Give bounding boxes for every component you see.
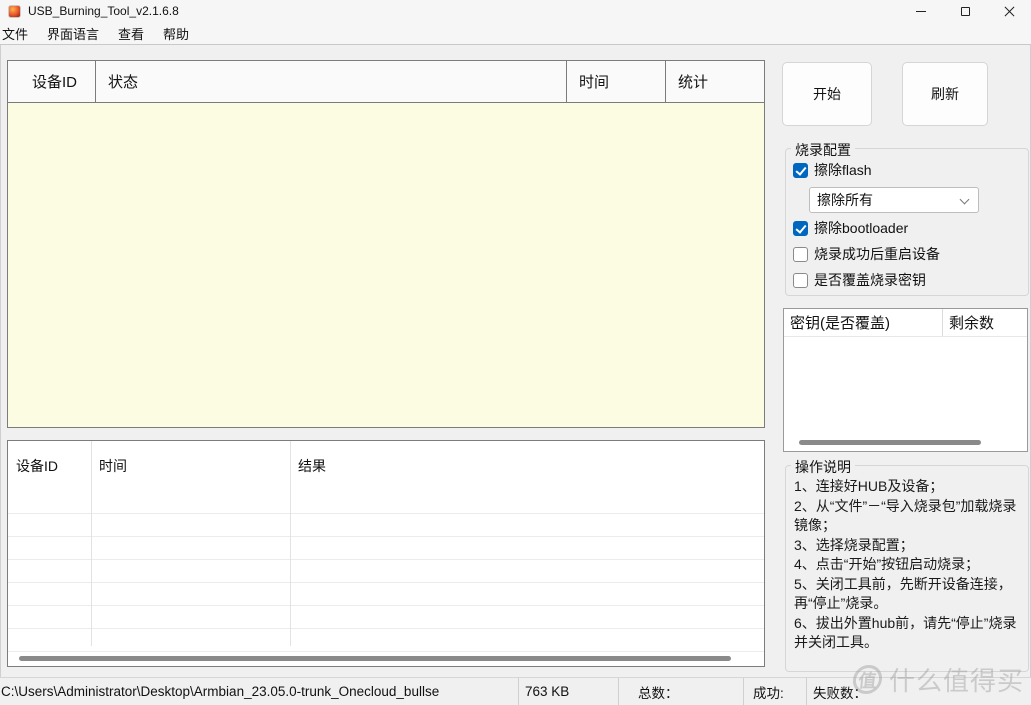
window-title: USB_Burning_Tool_v2.1.6.8 <box>28 4 179 18</box>
erase-bootloader-option[interactable]: 擦除bootloader <box>793 220 908 236</box>
result-table-divider <box>290 441 291 646</box>
erase-mode-value: 擦除所有 <box>817 192 873 208</box>
erase-bootloader-label: 擦除bootloader <box>814 220 909 236</box>
burn-config-group: 烧录配置 擦除flash 擦除所有 擦除bootloader 烧录成功后重启设备… <box>785 140 1029 296</box>
result-table-row <box>8 514 764 537</box>
menu-file[interactable]: 文件 <box>0 22 35 45</box>
close-icon <box>1004 6 1015 17</box>
menu-help[interactable]: 帮助 <box>156 22 196 45</box>
erase-flash-checkbox[interactable] <box>793 162 808 178</box>
key-table: 密钥(是否覆盖) 剩余数 <box>783 308 1028 452</box>
menu-language[interactable]: 界面语言 <box>40 22 106 45</box>
key-table-col-key[interactable]: 密钥(是否覆盖) <box>784 309 943 336</box>
erase-flash-option[interactable]: 擦除flash <box>793 162 872 178</box>
instruction-line: 4、点击“开始”按钮启动烧录； <box>794 556 980 572</box>
window-controls <box>899 0 1031 22</box>
result-table-col-device-id[interactable]: 设备ID <box>8 441 91 491</box>
close-button[interactable] <box>987 0 1031 22</box>
device-table-col-stats[interactable]: 统计 <box>666 61 764 102</box>
result-table: 设备ID 时间 结果 <box>7 440 765 667</box>
instruction-line: 3、选择烧录配置； <box>794 536 914 553</box>
erase-flash-label: 擦除flash <box>814 162 872 178</box>
result-table-row <box>8 606 764 629</box>
instruction-line: 6、拔出外置hub前，请先“停止”烧录并关闭工具。 <box>794 614 1017 651</box>
erase-mode-dropdown[interactable]: 擦除所有 <box>809 187 979 213</box>
app-window: USB_Burning_Tool_v2.1.6.8 文件 界面语言 查看 帮助 … <box>0 0 1031 705</box>
instructions-text: 1、连接好HUB及设备； 2、从“文件”－“导入烧录包”加载烧录镜像； 3、选择… <box>786 466 1028 653</box>
key-table-hscrollbar[interactable] <box>799 440 981 445</box>
device-table: 设备ID 状态 时间 统计 <box>7 60 765 428</box>
result-table-col-result[interactable]: 结果 <box>290 441 764 491</box>
result-table-row <box>8 583 764 606</box>
maximize-button[interactable] <box>943 0 987 22</box>
title-bar: USB_Burning_Tool_v2.1.6.8 <box>0 0 1031 22</box>
status-success-label: 成功: <box>743 678 806 705</box>
key-table-col-remaining[interactable]: 剩余数 <box>943 309 1027 336</box>
maximize-icon <box>960 6 970 16</box>
minimize-icon <box>916 10 926 12</box>
instructions-title: 操作说明 <box>791 457 855 477</box>
menu-bar: 文件 界面语言 查看 帮助 <box>0 22 1031 45</box>
key-table-header: 密钥(是否覆盖) 剩余数 <box>784 309 1027 337</box>
app-icon <box>8 4 21 18</box>
instruction-line: 1、连接好HUB及设备； <box>794 478 944 494</box>
result-table-row <box>8 560 764 583</box>
device-table-col-status[interactable]: 状态 <box>96 61 567 102</box>
result-table-header: 设备ID 时间 结果 <box>8 441 764 491</box>
device-table-col-time[interactable]: 时间 <box>567 61 666 102</box>
device-table-body <box>8 103 764 427</box>
device-table-header: 设备ID 状态 时间 统计 <box>8 61 764 103</box>
result-table-hscrollbar[interactable] <box>19 656 731 661</box>
overwrite-key-checkbox[interactable] <box>793 272 808 288</box>
status-failed-label: 失败数： <box>806 678 1031 705</box>
reboot-after-success-checkbox[interactable] <box>793 246 808 262</box>
result-table-row <box>8 491 764 514</box>
reboot-after-success-label: 烧录成功后重启设备 <box>814 246 940 262</box>
result-table-divider <box>91 441 92 646</box>
status-file-path: C:\Users\Administrator\Desktop\Armbian_2… <box>1 684 440 699</box>
start-button[interactable]: 开始 <box>782 62 872 126</box>
burn-config-title: 烧录配置 <box>791 140 855 160</box>
result-table-col-time[interactable]: 时间 <box>91 441 290 491</box>
instruction-line: 2、从“文件”－“导入烧录包”加载烧录镜像； <box>794 497 1017 534</box>
instructions-group: 操作说明 1、连接好HUB及设备； 2、从“文件”－“导入烧录包”加载烧录镜像；… <box>785 457 1029 672</box>
result-table-row <box>8 629 764 652</box>
status-bar: C:\Users\Administrator\Desktop\Armbian_2… <box>0 677 1031 705</box>
overwrite-key-label: 是否覆盖烧录密钥 <box>814 272 926 288</box>
menu-view[interactable]: 查看 <box>111 22 151 45</box>
minimize-button[interactable] <box>899 0 943 22</box>
overwrite-key-option[interactable]: 是否覆盖烧录密钥 <box>793 272 926 288</box>
refresh-button[interactable]: 刷新 <box>902 62 988 126</box>
status-file-size: 763 KB <box>518 678 618 705</box>
status-total-label: 总数： <box>618 678 743 705</box>
result-table-row <box>8 537 764 560</box>
reboot-after-success-option[interactable]: 烧录成功后重启设备 <box>793 246 940 262</box>
instruction-line: 5、关闭工具前，先断开设备连接，再“停止”烧录。 <box>794 575 1012 612</box>
device-table-col-device-id[interactable]: 设备ID <box>8 61 96 102</box>
erase-bootloader-checkbox[interactable] <box>793 220 808 236</box>
chevron-down-icon <box>959 194 970 205</box>
